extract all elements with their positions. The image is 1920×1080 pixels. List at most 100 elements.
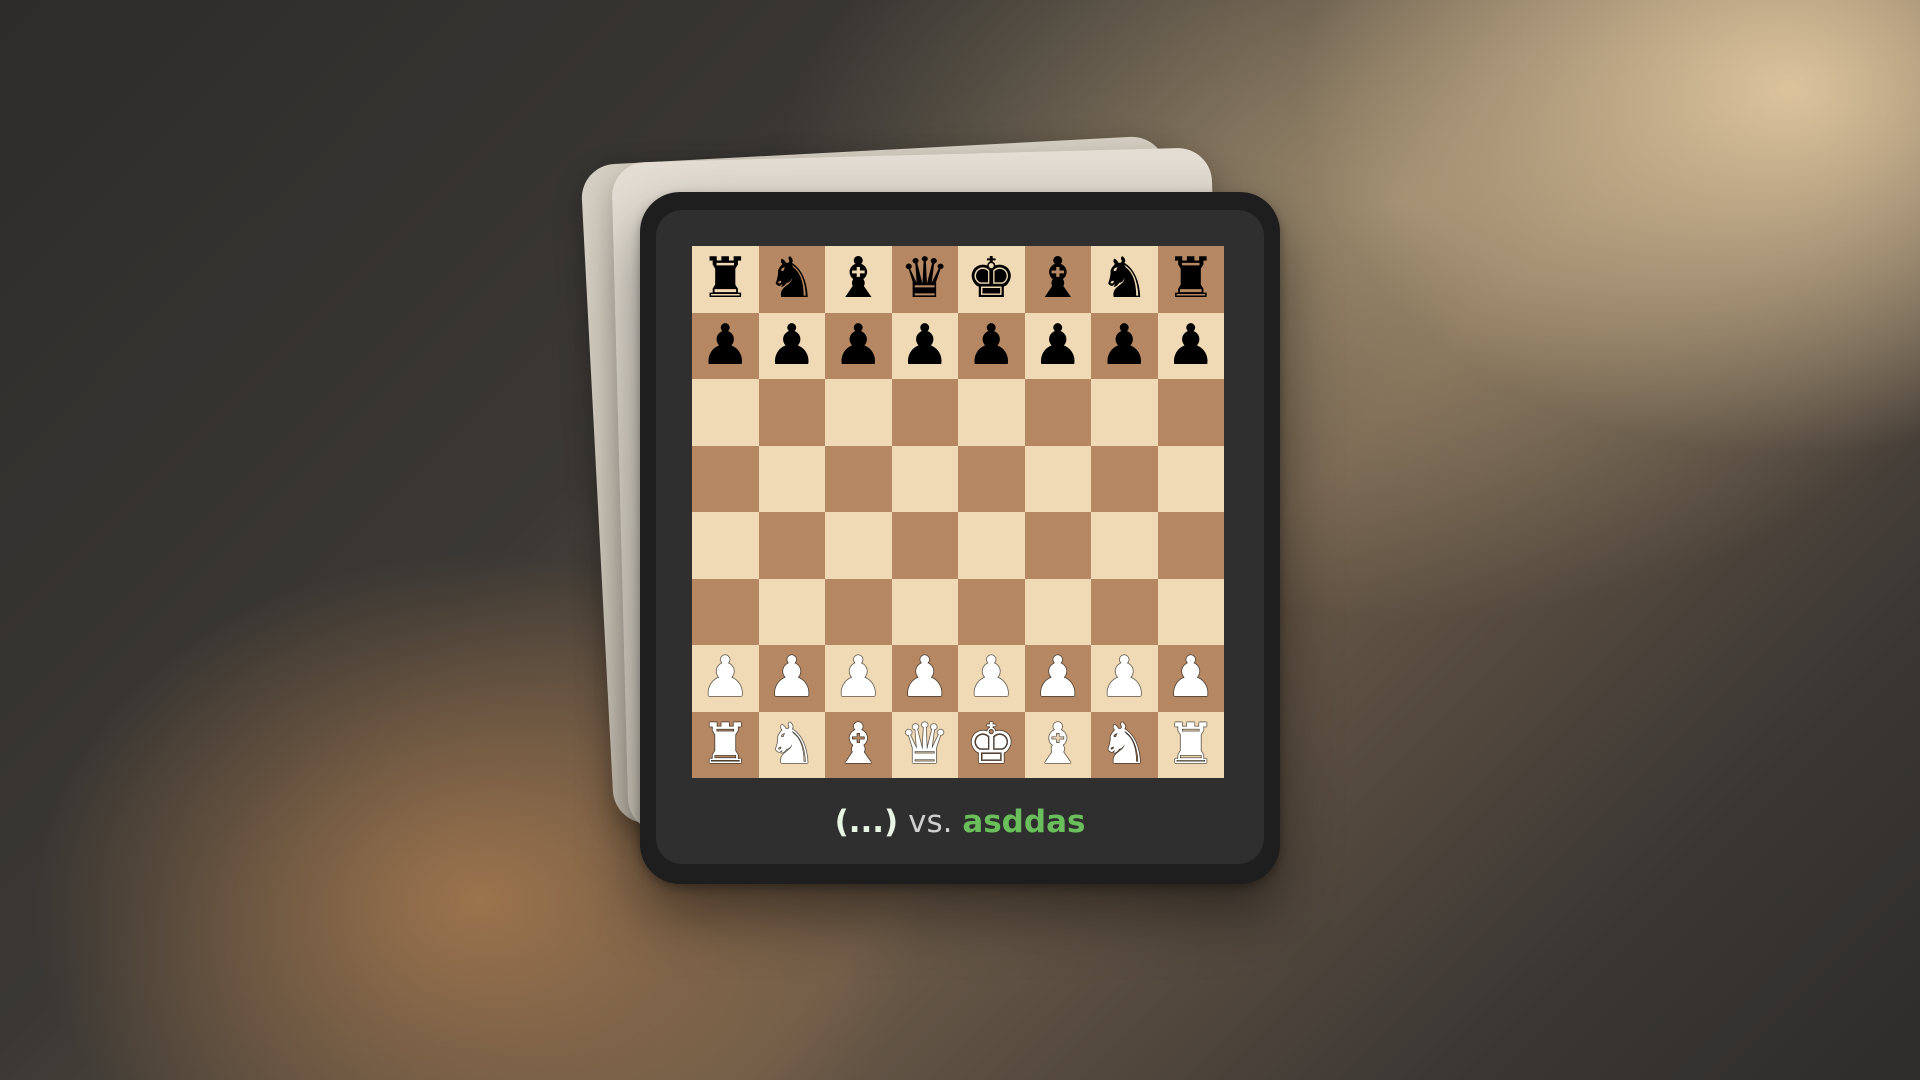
square-c7[interactable]: ♟ xyxy=(825,312,892,379)
square-c3[interactable] xyxy=(825,578,892,645)
black-bishop-icon[interactable]: ♝ xyxy=(1033,251,1083,307)
square-c2[interactable]: ♟ xyxy=(825,645,892,712)
black-bishop-icon[interactable]: ♝ xyxy=(833,251,883,307)
square-d5[interactable] xyxy=(891,445,958,512)
square-f2[interactable]: ♟ xyxy=(1024,645,1091,712)
black-knight-icon[interactable]: ♞ xyxy=(1099,251,1149,307)
square-h5[interactable] xyxy=(1157,445,1224,512)
square-h8[interactable]: ♜ xyxy=(1157,246,1224,313)
white-pawn-icon[interactable]: ♟ xyxy=(767,650,817,706)
versus-label: vs. xyxy=(908,804,953,840)
white-pawn-icon[interactable]: ♟ xyxy=(1166,650,1216,706)
square-a3[interactable] xyxy=(692,578,759,645)
square-g8[interactable]: ♞ xyxy=(1091,246,1158,313)
square-a7[interactable]: ♟ xyxy=(692,312,759,379)
square-a2[interactable]: ♟ xyxy=(692,645,759,712)
white-queen-icon[interactable]: ♛ xyxy=(900,716,950,773)
black-queen-icon[interactable]: ♛ xyxy=(900,251,950,307)
black-pawn-icon[interactable]: ♟ xyxy=(833,317,883,374)
black-pawn-icon[interactable]: ♟ xyxy=(1166,317,1216,374)
white-bishop-icon[interactable]: ♝ xyxy=(1033,716,1083,773)
square-h2[interactable]: ♟ xyxy=(1157,645,1224,712)
white-pawn-icon[interactable]: ♟ xyxy=(833,650,883,706)
square-f7[interactable]: ♟ xyxy=(1024,312,1091,379)
black-knight-icon[interactable]: ♞ xyxy=(767,251,817,307)
black-rook-icon[interactable]: ♜ xyxy=(1166,251,1216,307)
square-h6[interactable] xyxy=(1157,379,1224,446)
square-a5[interactable] xyxy=(692,445,759,512)
white-pawn-icon[interactable]: ♟ xyxy=(1033,650,1083,706)
square-c6[interactable] xyxy=(825,379,892,446)
square-b1[interactable]: ♞ xyxy=(758,711,825,778)
black-pawn-icon[interactable]: ♟ xyxy=(900,317,950,374)
square-h1[interactable]: ♜ xyxy=(1157,711,1224,778)
white-pawn-icon[interactable]: ♟ xyxy=(700,650,750,706)
square-g7[interactable]: ♟ xyxy=(1091,312,1158,379)
square-b4[interactable] xyxy=(758,512,825,579)
square-f1[interactable]: ♝ xyxy=(1024,711,1091,778)
square-c4[interactable] xyxy=(825,512,892,579)
square-b6[interactable] xyxy=(758,379,825,446)
white-pawn-icon[interactable]: ♟ xyxy=(966,650,1016,706)
square-g1[interactable]: ♞ xyxy=(1091,711,1158,778)
black-pawn-icon[interactable]: ♟ xyxy=(1099,317,1149,374)
square-e6[interactable] xyxy=(958,379,1025,446)
square-b2[interactable]: ♟ xyxy=(758,645,825,712)
square-e2[interactable]: ♟ xyxy=(958,645,1025,712)
player-one-name: (...) xyxy=(834,804,899,840)
game-card[interactable]: ♜ ♞ ♝ ♛ ♚ ♝ ♞ ♜ ♟ ♟ ♟ ♟ ♟ ♟ ♟ ♟ ♟ ♟ ♟ ♟ ♟ ♟ ♟ ♟ ♜ ♞ ♝ ♛ ♚ ♝ ♞ ♜ (...) v… xyxy=(640,192,1280,884)
square-b3[interactable] xyxy=(758,578,825,645)
square-h3[interactable] xyxy=(1157,578,1224,645)
square-d1[interactable]: ♛ xyxy=(891,711,958,778)
white-rook-icon[interactable]: ♜ xyxy=(700,716,750,773)
square-a8[interactable]: ♜ xyxy=(692,246,759,313)
square-b8[interactable]: ♞ xyxy=(758,246,825,313)
square-d4[interactable] xyxy=(891,512,958,579)
white-bishop-icon[interactable]: ♝ xyxy=(833,716,883,773)
square-d7[interactable]: ♟ xyxy=(891,312,958,379)
white-rook-icon[interactable]: ♜ xyxy=(1166,716,1216,773)
square-g5[interactable] xyxy=(1091,445,1158,512)
chess-board[interactable]: ♜ ♞ ♝ ♛ ♚ ♝ ♞ ♜ ♟ ♟ ♟ ♟ ♟ ♟ ♟ ♟ ♟ ♟ ♟ ♟ ♟ ♟ ♟ ♟ ♜ ♞ ♝ ♛ ♚ ♝ ♞ ♜ xyxy=(692,246,1224,778)
square-d2[interactable]: ♟ xyxy=(891,645,958,712)
black-pawn-icon[interactable]: ♟ xyxy=(700,317,750,374)
square-f4[interactable] xyxy=(1024,512,1091,579)
black-pawn-icon[interactable]: ♟ xyxy=(767,317,817,374)
white-king-icon[interactable]: ♚ xyxy=(966,716,1016,773)
square-b7[interactable]: ♟ xyxy=(758,312,825,379)
square-g6[interactable] xyxy=(1091,379,1158,446)
black-rook-icon[interactable]: ♜ xyxy=(700,251,750,307)
square-h7[interactable]: ♟ xyxy=(1157,312,1224,379)
square-e1[interactable]: ♚ xyxy=(958,711,1025,778)
square-d6[interactable] xyxy=(891,379,958,446)
square-g2[interactable]: ♟ xyxy=(1091,645,1158,712)
white-knight-icon[interactable]: ♞ xyxy=(1099,716,1149,773)
square-d8[interactable]: ♛ xyxy=(891,246,958,313)
square-e4[interactable] xyxy=(958,512,1025,579)
square-f5[interactable] xyxy=(1024,445,1091,512)
square-f8[interactable]: ♝ xyxy=(1024,246,1091,313)
square-g3[interactable] xyxy=(1091,578,1158,645)
square-d3[interactable] xyxy=(891,578,958,645)
square-e5[interactable] xyxy=(958,445,1025,512)
square-e7[interactable]: ♟ xyxy=(958,312,1025,379)
square-c1[interactable]: ♝ xyxy=(825,711,892,778)
square-e8[interactable]: ♚ xyxy=(958,246,1025,313)
square-c8[interactable]: ♝ xyxy=(825,246,892,313)
square-a6[interactable] xyxy=(692,379,759,446)
square-h4[interactable] xyxy=(1157,512,1224,579)
white-knight-icon[interactable]: ♞ xyxy=(767,716,817,773)
white-pawn-icon[interactable]: ♟ xyxy=(1099,650,1149,706)
square-b5[interactable] xyxy=(758,445,825,512)
black-pawn-icon[interactable]: ♟ xyxy=(966,317,1016,374)
square-a1[interactable]: ♜ xyxy=(692,711,759,778)
square-f6[interactable] xyxy=(1024,379,1091,446)
black-king-icon[interactable]: ♚ xyxy=(966,251,1016,307)
square-e3[interactable] xyxy=(958,578,1025,645)
square-f3[interactable] xyxy=(1024,578,1091,645)
white-pawn-icon[interactable]: ♟ xyxy=(900,650,950,706)
square-a4[interactable] xyxy=(692,512,759,579)
square-g4[interactable] xyxy=(1091,512,1158,579)
square-c5[interactable] xyxy=(825,445,892,512)
black-pawn-icon[interactable]: ♟ xyxy=(1033,317,1083,374)
